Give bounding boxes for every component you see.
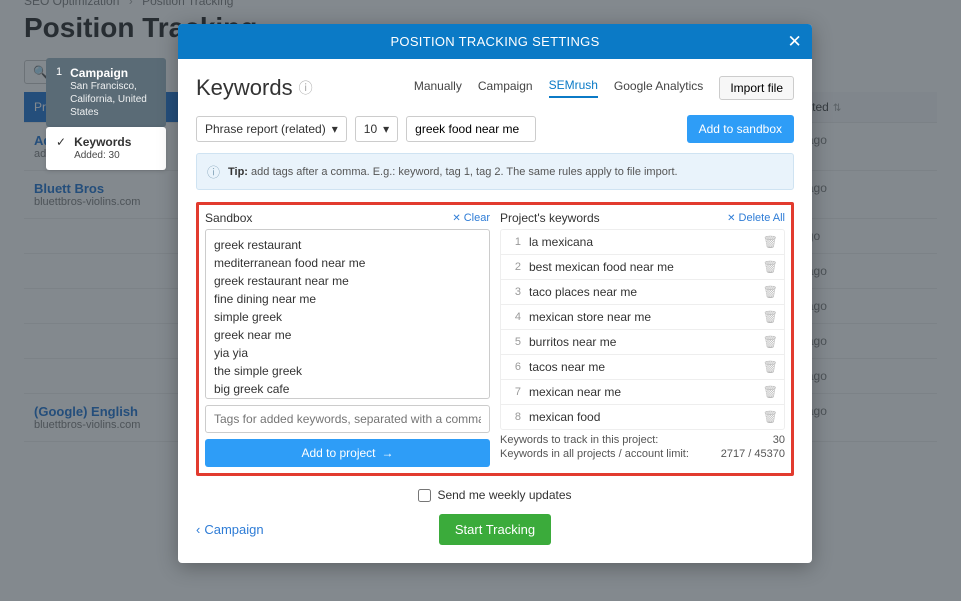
start-tracking-button[interactable]: Start Tracking xyxy=(439,514,551,545)
report-select[interactable]: Phrase report (related) ▾ xyxy=(196,116,347,142)
sandbox-keyword: greek cuisine xyxy=(214,398,481,399)
tags-input-wrapper xyxy=(205,405,490,433)
project-keyword-row: 8 mexican food 🗑 xyxy=(501,405,784,429)
info-icon: ⓘ xyxy=(207,162,220,181)
project-keyword-row: 2 best mexican food near me 🗑 xyxy=(501,255,784,280)
sandbox-keyword: simple greek xyxy=(214,308,481,326)
wizard-step-keywords[interactable]: ✓ Keywords Added: 30 xyxy=(46,127,166,170)
tab-google-analytics[interactable]: Google Analytics xyxy=(614,79,703,97)
sandbox-title: Sandbox xyxy=(205,211,252,225)
keyword-index: 2 xyxy=(507,261,521,273)
wizard-step-title: Campaign xyxy=(70,66,156,80)
tab-campaign[interactable]: Campaign xyxy=(478,79,533,97)
keyword-text: taco places near me xyxy=(529,285,637,299)
wizard-step-campaign[interactable]: 1 Campaign San Francisco, California, Un… xyxy=(46,58,166,127)
source-tabs: Manually Campaign SEMrush Google Analyti… xyxy=(414,76,794,100)
keyword-index: 7 xyxy=(507,386,521,398)
trash-icon[interactable]: 🗑 xyxy=(763,385,778,399)
tab-manually[interactable]: Manually xyxy=(414,79,462,97)
close-icon: ✕ xyxy=(452,213,460,224)
add-to-project-button[interactable]: Add to project → xyxy=(205,439,490,467)
keyword-text: mexican near me xyxy=(529,385,621,399)
chevron-left-icon: ‹ xyxy=(196,522,200,537)
back-to-campaign-link[interactable]: ‹ Campaign xyxy=(196,522,264,537)
sandbox-textarea[interactable]: greek restaurantmediterranean food near … xyxy=(205,229,490,399)
import-file-button[interactable]: Import file xyxy=(719,76,794,100)
project-keyword-row: 6 tacos near me 🗑 xyxy=(501,355,784,380)
sandbox-panel: Sandbox ✕Clear greek restaurantmediterra… xyxy=(205,211,490,467)
sandbox-keyword: greek near me xyxy=(214,326,481,344)
modal-title: POSITION TRACKING SETTINGS xyxy=(390,34,599,49)
stat-limit-label: Keywords in all projects / account limit… xyxy=(500,448,689,460)
project-keywords-title: Project's keywords xyxy=(500,211,600,225)
keyword-search-input[interactable] xyxy=(406,116,536,142)
wizard-step-number: 1 xyxy=(56,66,62,78)
trash-icon[interactable]: 🗑 xyxy=(763,410,778,424)
weekly-updates-checkbox[interactable]: Send me weekly updates xyxy=(196,488,794,502)
sandbox-keyword: the simple greek xyxy=(214,362,481,380)
chevron-down-icon: ▾ xyxy=(332,122,338,136)
wizard-step-subtitle: Added: 30 xyxy=(74,149,131,162)
sandbox-keyword: fine dining near me xyxy=(214,290,481,308)
keyword-index: 6 xyxy=(507,361,521,373)
keyword-text: tacos near me xyxy=(529,360,605,374)
keyword-text: best mexican food near me xyxy=(529,260,674,274)
project-keyword-row: 1 la mexicana 🗑 xyxy=(501,230,784,255)
stat-limit-value: 2717 / 45370 xyxy=(721,448,785,460)
keyword-text: mexican food xyxy=(529,410,600,424)
close-icon[interactable]: ✕ xyxy=(787,32,802,52)
clear-sandbox-button[interactable]: ✕Clear xyxy=(452,212,490,224)
keyword-text: mexican store near me xyxy=(529,310,651,324)
trash-icon[interactable]: 🗑 xyxy=(763,360,778,374)
count-select[interactable]: 10 ▾ xyxy=(355,116,398,142)
sandbox-keyword: mediterranean food near me xyxy=(214,254,481,272)
project-keyword-row: 4 mexican store near me 🗑 xyxy=(501,305,784,330)
sandbox-keyword: greek restaurant near me xyxy=(214,272,481,290)
tip-banner: ⓘ Tip: add tags after a comma. E.g.: key… xyxy=(196,153,794,190)
sandbox-keyword: big greek cafe xyxy=(214,380,481,398)
info-icon[interactable]: ⓘ xyxy=(299,78,313,98)
wizard-step-title: Keywords xyxy=(74,135,131,149)
stat-track-label: Keywords to track in this project: xyxy=(500,434,658,446)
tags-input[interactable] xyxy=(214,412,481,426)
close-icon: ✕ xyxy=(727,213,735,224)
keywords-dual-panel: Sandbox ✕Clear greek restaurantmediterra… xyxy=(196,202,794,476)
modal-header: POSITION TRACKING SETTINGS ✕ xyxy=(178,24,812,59)
add-to-sandbox-button[interactable]: Add to sandbox xyxy=(687,115,794,143)
sandbox-keyword: yia yia xyxy=(214,344,481,362)
sandbox-keyword: greek restaurant xyxy=(214,236,481,254)
trash-icon[interactable]: 🗑 xyxy=(763,285,778,299)
keyword-index: 4 xyxy=(507,311,521,323)
project-keywords-list: 1 la mexicana 🗑 2 best mexican food near me 🗑… xyxy=(500,229,785,430)
keyword-text: la mexicana xyxy=(529,235,593,249)
keyword-index: 5 xyxy=(507,336,521,348)
project-keyword-row: 7 mexican near me 🗑 xyxy=(501,380,784,405)
weekly-checkbox-input[interactable] xyxy=(418,489,431,502)
arrow-right-icon: → xyxy=(382,446,394,460)
project-keyword-row: 5 burritos near me 🗑 xyxy=(501,330,784,355)
chevron-down-icon: ▾ xyxy=(383,122,389,136)
stat-track-value: 30 xyxy=(773,434,785,446)
project-keyword-row: 3 taco places near me 🗑 xyxy=(501,280,784,305)
tab-semrush[interactable]: SEMrush xyxy=(549,78,598,98)
keyword-index: 8 xyxy=(507,411,521,423)
keywords-heading: Keywords ⓘ xyxy=(196,75,313,101)
delete-all-button[interactable]: ✕Delete All xyxy=(727,212,785,224)
keyword-text: burritos near me xyxy=(529,335,616,349)
check-icon: ✓ xyxy=(56,135,66,149)
project-keywords-panel: Project's keywords ✕Delete All 1 la mexic… xyxy=(500,211,785,467)
keyword-index: 1 xyxy=(507,236,521,248)
keyword-index: 3 xyxy=(507,286,521,298)
trash-icon[interactable]: 🗑 xyxy=(763,235,778,249)
wizard-step-subtitle: San Francisco, California, United States xyxy=(70,80,156,119)
trash-icon[interactable]: 🗑 xyxy=(763,260,778,274)
trash-icon[interactable]: 🗑 xyxy=(763,310,778,324)
trash-icon[interactable]: 🗑 xyxy=(763,335,778,349)
position-tracking-modal: POSITION TRACKING SETTINGS ✕ Keywords ⓘ … xyxy=(178,24,812,563)
wizard-steps: 1 Campaign San Francisco, California, Un… xyxy=(46,58,166,170)
